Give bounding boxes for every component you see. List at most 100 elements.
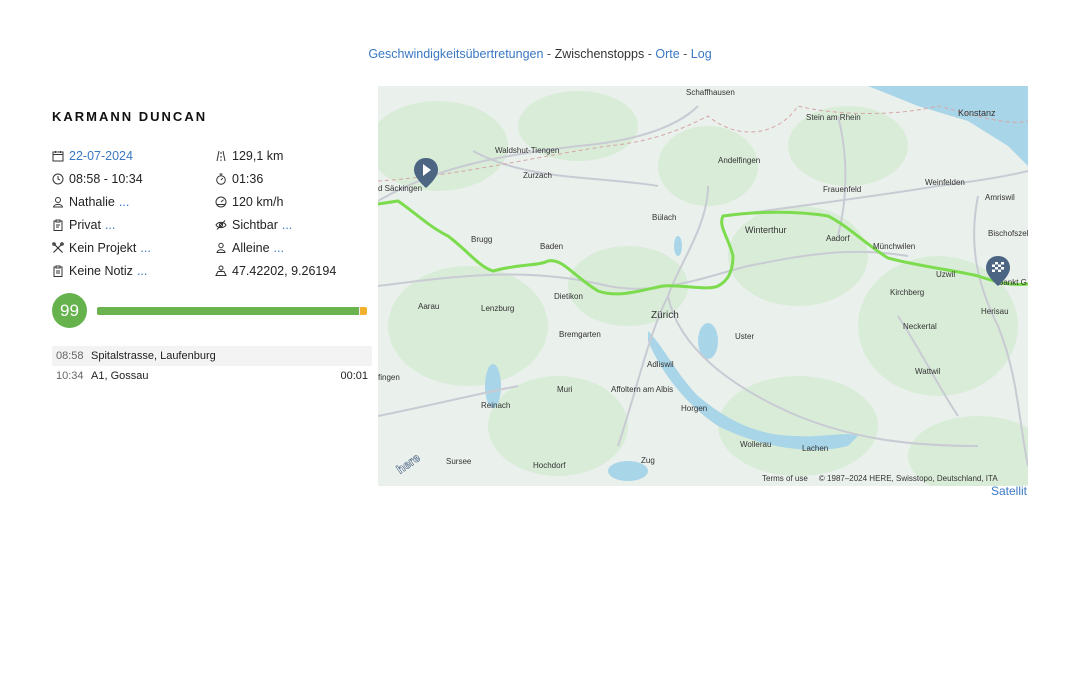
trip-company: Alleine: [232, 240, 270, 255]
stop-place: A1, Gossau: [91, 370, 149, 382]
edit-type-more[interactable]: ...: [105, 218, 115, 232]
terms-of-use-link[interactable]: Terms of use: [762, 474, 808, 483]
edit-visibility-more[interactable]: ...: [282, 218, 292, 232]
stop-time: 08:58: [56, 350, 84, 362]
map-label: Bülach: [652, 213, 676, 222]
trip-project: Kein Projekt: [69, 240, 137, 255]
trip-date-link[interactable]: 22-07-2024: [69, 149, 133, 163]
map-label: Zug: [641, 456, 655, 465]
driver-name: KARMANN DUNCAN: [52, 109, 208, 124]
clipboard-icon: [52, 219, 64, 231]
map-label: Hochdorf: [533, 461, 566, 470]
map-label: Frauenfeld: [823, 185, 861, 194]
note-icon: [52, 265, 64, 277]
calendar-icon: [52, 150, 64, 162]
trip-info-left: 22-07-2024 08:58 - 10:34 Nathalie ... Pr…: [52, 144, 151, 282]
edit-person-more[interactable]: ...: [119, 195, 129, 209]
road-icon: [215, 150, 227, 162]
map-label: Horgen: [681, 404, 707, 413]
eye-slash-icon: [215, 219, 227, 231]
map-label: Schaffhausen: [686, 88, 735, 97]
map-label: Baden: [540, 242, 563, 251]
trip-coordinates: 47.42202, 9.26194: [232, 263, 337, 278]
trip-person-row: Nathalie ...: [52, 190, 151, 213]
score-bar: [97, 307, 367, 315]
score-badge: 99: [52, 293, 87, 328]
trip-duration-row: 01:36: [215, 167, 336, 190]
nav-separator: -: [647, 47, 652, 61]
trip-date-row: 22-07-2024: [52, 144, 151, 167]
stop-duration: 00:01: [340, 370, 368, 382]
map-label: Münchwilen: [873, 242, 915, 251]
trip-tabs: Geschwindigkeitsübertretungen - Zwischen…: [0, 47, 1080, 61]
user-icon: [52, 196, 64, 208]
trip-coordinates-row: 47.42202, 9.26194: [215, 259, 336, 282]
map-label: Affoltern am Albis: [611, 385, 673, 394]
map-label: Bischofszell: [988, 229, 1028, 238]
map-label: Amriswil: [985, 193, 1015, 202]
trip-type: Privat: [69, 217, 101, 232]
satellite-toggle[interactable]: Satellit: [991, 484, 1027, 498]
map-label: Sursee: [446, 457, 472, 466]
trip-visibility: Sichtbar: [232, 217, 278, 232]
map-label: Aadorf: [826, 234, 850, 243]
stop-time: 10:34: [56, 370, 84, 382]
users-icon: [215, 242, 227, 254]
list-item[interactable]: 08:58 Spitalstrasse, Laufenburg: [52, 346, 372, 366]
score-bar-fill: [97, 307, 359, 315]
trip-time-row: 08:58 - 10:34: [52, 167, 151, 190]
trip-note: Keine Notiz: [69, 263, 133, 278]
map-label: Kirchberg: [890, 288, 924, 297]
map-label: Neckertal: [903, 322, 937, 331]
stop-place: Spitalstrasse, Laufenburg: [91, 350, 216, 362]
edit-project-more[interactable]: ...: [140, 241, 150, 255]
map-label: Bremgarten: [559, 330, 601, 339]
map-label: Muri: [557, 385, 573, 394]
map-label: Lenzburg: [481, 304, 514, 313]
map-label: Lachen: [802, 444, 828, 453]
map-label: fingen: [378, 373, 400, 382]
map-label: Wollerau: [740, 440, 771, 449]
map-location-icon: [215, 265, 227, 277]
route-map[interactable]: Schaffhausen Stein am Rhein Konstanz Wal…: [378, 86, 1028, 486]
map-label: Weinfelden: [925, 178, 965, 187]
trip-time-range: 08:58 - 10:34: [69, 171, 143, 186]
trip-visibility-row: Sichtbar ...: [215, 213, 336, 236]
nav-separator: -: [683, 47, 688, 61]
list-item[interactable]: 10:34 A1, Gossau 00:01: [52, 366, 372, 386]
trip-speed-row: 120 km/h: [215, 190, 336, 213]
map-label: Adliswil: [647, 360, 674, 369]
map-label: Konstanz: [958, 108, 996, 118]
map-label: Uster: [735, 332, 754, 341]
map-label: Brugg: [471, 235, 492, 244]
trip-info-right: 129,1 km 01:36 120 km/h Sichtbar ... All…: [215, 144, 336, 282]
stops-list: 08:58 Spitalstrasse, Laufenburg 10:34 A1…: [52, 346, 372, 386]
map-label: Winterthur: [745, 225, 787, 235]
map-label: Andelfingen: [718, 156, 760, 165]
trip-company-row: Alleine ...: [215, 236, 336, 259]
map-label: Herisau: [981, 307, 1009, 316]
trip-type-row: Privat ...: [52, 213, 151, 236]
tab-places[interactable]: Orte: [655, 47, 679, 61]
stopwatch-icon: [215, 173, 227, 185]
map-copyright: © 1987–2024 HERE, Swisstopo, Deutschland…: [818, 474, 998, 483]
tools-icon: [52, 241, 64, 254]
tab-log[interactable]: Log: [691, 47, 712, 61]
map-canvas[interactable]: Schaffhausen Stein am Rhein Konstanz Wal…: [378, 86, 1028, 486]
tab-stops[interactable]: Zwischenstopps: [555, 47, 645, 61]
edit-note-more[interactable]: ...: [137, 264, 147, 278]
map-label: Uzwil: [936, 270, 955, 279]
tab-speeding[interactable]: Geschwindigkeitsübertretungen: [368, 47, 543, 61]
trip-duration: 01:36: [232, 171, 264, 186]
map-label: d Säckingen: [378, 184, 422, 193]
trip-project-row: Kein Projekt ...: [52, 236, 151, 259]
speedometer-icon: [215, 196, 227, 208]
trip-distance-row: 129,1 km: [215, 144, 336, 167]
map-label: Stein am Rhein: [806, 113, 861, 122]
map-label: Zürich: [651, 310, 679, 321]
trip-distance: 129,1 km: [232, 148, 284, 163]
map-label: Zurzach: [523, 171, 552, 180]
map-label: Dietikon: [554, 292, 583, 301]
score-bar-remainder: [360, 307, 367, 315]
edit-company-more[interactable]: ...: [274, 241, 284, 255]
